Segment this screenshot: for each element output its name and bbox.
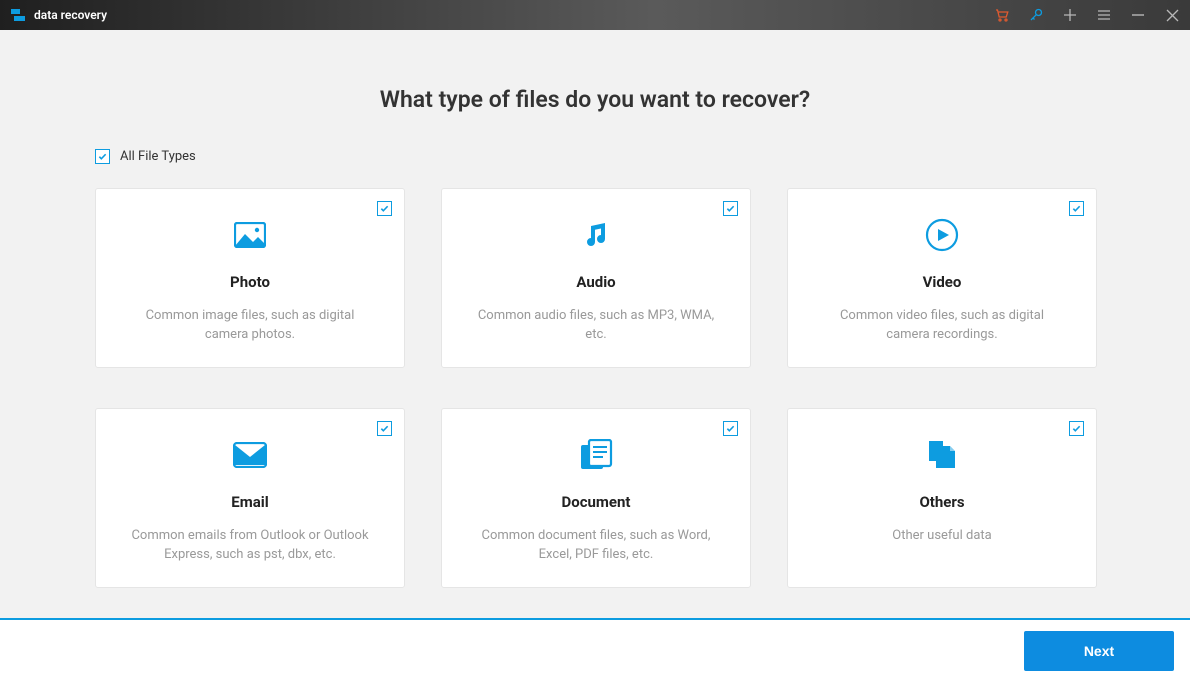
app-logo-icon: [10, 7, 26, 23]
photo-icon: [234, 215, 266, 255]
titlebar: data recovery: [0, 0, 1190, 30]
close-icon[interactable]: [1164, 7, 1180, 23]
card-title: Photo: [230, 273, 270, 291]
card-video[interactable]: Video Common video files, such as digita…: [787, 188, 1097, 368]
email-icon: [233, 435, 267, 475]
file-type-grid: Photo Common image files, such as digita…: [95, 188, 1095, 588]
minimize-icon[interactable]: [1130, 7, 1146, 23]
card-title: Video: [923, 273, 962, 291]
card-photo[interactable]: Photo Common image files, such as digita…: [95, 188, 405, 368]
window-controls: [994, 7, 1180, 23]
card-others[interactable]: Others Other useful data: [787, 408, 1097, 588]
menu-icon[interactable]: [1096, 7, 1112, 23]
card-title: Others: [919, 493, 964, 511]
card-desc: Common document files, such as Word, Exc…: [476, 527, 716, 565]
card-desc: Common image files, such as digital came…: [130, 307, 370, 345]
card-others-checkbox[interactable]: [1069, 421, 1084, 436]
plus-icon[interactable]: [1062, 7, 1078, 23]
card-email-checkbox[interactable]: [377, 421, 392, 436]
card-title: Document: [561, 493, 630, 511]
card-title: Audio: [576, 273, 615, 291]
page-heading: What type of files do you want to recove…: [380, 86, 810, 113]
main-content: What type of files do you want to recove…: [0, 30, 1190, 618]
app-title: data recovery: [34, 8, 994, 22]
card-audio-checkbox[interactable]: [723, 201, 738, 216]
files-icon: [926, 435, 958, 475]
document-icon: [579, 435, 613, 475]
key-icon[interactable]: [1028, 7, 1044, 23]
cart-icon[interactable]: [994, 7, 1010, 23]
card-audio[interactable]: Audio Common audio files, such as MP3, W…: [441, 188, 751, 368]
card-email[interactable]: Email Common emails from Outlook or Outl…: [95, 408, 405, 588]
card-photo-checkbox[interactable]: [377, 201, 392, 216]
all-file-types-row: All File Types: [95, 149, 1095, 164]
card-title: Email: [231, 493, 268, 511]
card-document[interactable]: Document Common document files, such as …: [441, 408, 751, 588]
card-desc: Common video files, such as digital came…: [822, 307, 1062, 345]
card-desc: Common audio files, such as MP3, WMA, et…: [476, 307, 716, 345]
footer-bar: Next: [0, 618, 1190, 682]
card-desc: Other useful data: [892, 527, 991, 546]
card-desc: Common emails from Outlook or Outlook Ex…: [130, 527, 370, 565]
card-document-checkbox[interactable]: [723, 421, 738, 436]
card-video-checkbox[interactable]: [1069, 201, 1084, 216]
audio-icon: [581, 215, 611, 255]
video-icon: [925, 215, 959, 255]
next-button[interactable]: Next: [1024, 631, 1174, 671]
all-file-types-label: All File Types: [120, 149, 196, 164]
all-file-types-checkbox[interactable]: [95, 149, 110, 164]
